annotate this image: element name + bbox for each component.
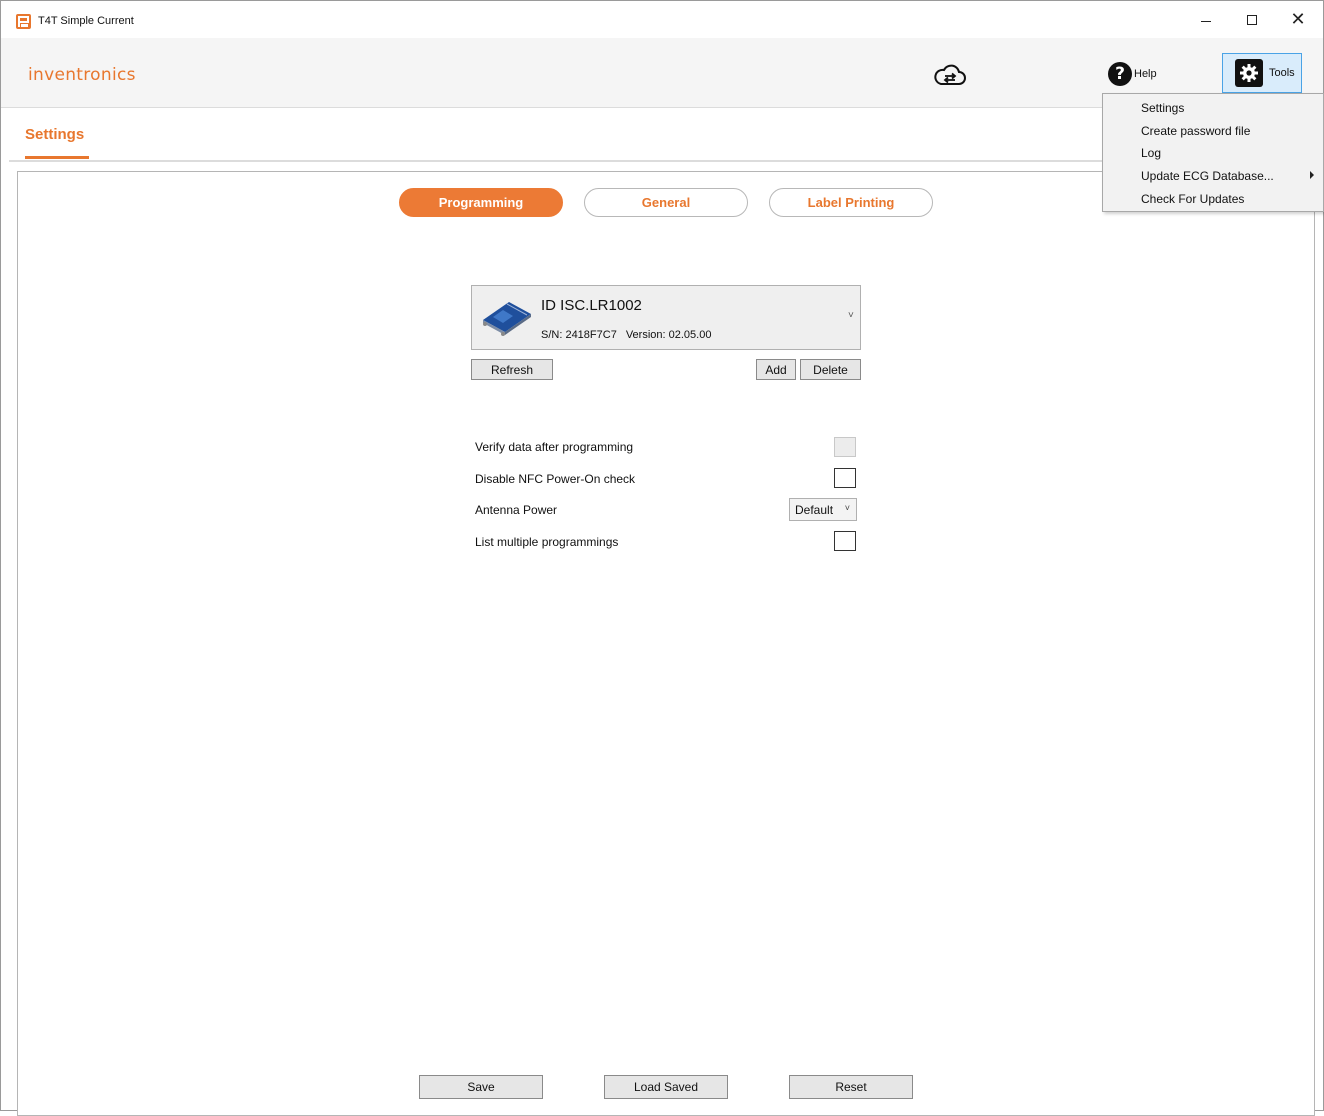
help-icon: ? [1108,62,1132,86]
device-serial: S/N: 2418F7C7 [541,329,617,341]
maximize-icon [1247,14,1257,25]
app-window: T4T Simple Current ✕ inventronics ? Help [0,0,1324,1116]
gear-icon [1235,59,1263,87]
reset-button[interactable]: Reset [789,1075,913,1099]
list-multiple-checkbox[interactable] [834,531,856,551]
close-button[interactable]: ✕ [1275,1,1321,38]
antenna-power-label: Antenna Power [475,503,558,517]
brand-logo: inventronics [28,65,136,85]
save-button[interactable]: Save [419,1075,543,1099]
tools-menu: Settings Create password file Log Update… [1102,93,1324,212]
submenu-arrow-icon [1310,171,1314,179]
disable-nfc-label: Disable NFC Power-On check [475,472,636,486]
help-label: Help [1134,68,1157,80]
cloud-sync-icon[interactable] [933,64,967,91]
disable-nfc-checkbox[interactable] [834,468,856,488]
verify-data-checkbox[interactable] [834,437,856,457]
antenna-power-select[interactable]: Default ˅ [789,498,857,521]
delete-button[interactable]: Delete [800,359,861,380]
maximize-button[interactable] [1229,1,1275,38]
verify-data-label: Verify data after programming [475,440,634,454]
menu-item-settings[interactable]: Settings [1103,97,1323,119]
device-meta: S/N: 2418F7C7 Version: 02.05.00 [541,329,720,341]
tools-label: Tools [1269,67,1295,79]
device-version: Version: 02.05.00 [625,329,712,341]
refresh-button[interactable]: Refresh [471,359,553,380]
menu-item-check-for-updates[interactable]: Check For Updates [1103,188,1323,210]
menu-item-log[interactable]: Log [1103,142,1323,164]
page-title-underline [25,156,89,159]
page-title: Settings [25,126,85,143]
menu-item-update-ecg-database[interactable]: Update ECG Database... [1103,165,1323,187]
minimize-button[interactable] [1183,1,1229,38]
antenna-power-value: Default [795,502,834,517]
tools-button[interactable]: Tools [1222,53,1302,93]
device-selector[interactable]: ID ISC.LR1002 S/N: 2418F7C7 Version: 02.0… [471,285,861,350]
list-multiple-label: List multiple programmings [475,535,619,549]
minimize-icon [1201,21,1211,22]
menu-item-create-password-file[interactable]: Create password file [1103,120,1323,142]
add-button[interactable]: Add [756,359,796,380]
load-saved-button[interactable]: Load Saved [604,1075,728,1099]
close-icon: ✕ [1290,9,1306,30]
reader-device-icon [479,300,533,339]
window-title: T4T Simple Current [38,15,134,27]
title-bar: T4T Simple Current ✕ [1,1,1323,38]
device-name: ID ISC.LR1002 [541,297,642,314]
app-logo-icon [16,14,31,29]
chevron-down-icon: ˅ [844,503,850,513]
menu-item-update-ecg-database-label: Update ECG Database... [1141,169,1274,183]
tab-label-printing[interactable]: Label Printing [769,188,933,217]
tab-general[interactable]: General [584,188,748,217]
help-button[interactable]: ? Help [1108,60,1157,88]
tab-programming[interactable]: Programming [399,188,563,217]
chevron-down-icon[interactable]: ˅ [848,310,854,321]
